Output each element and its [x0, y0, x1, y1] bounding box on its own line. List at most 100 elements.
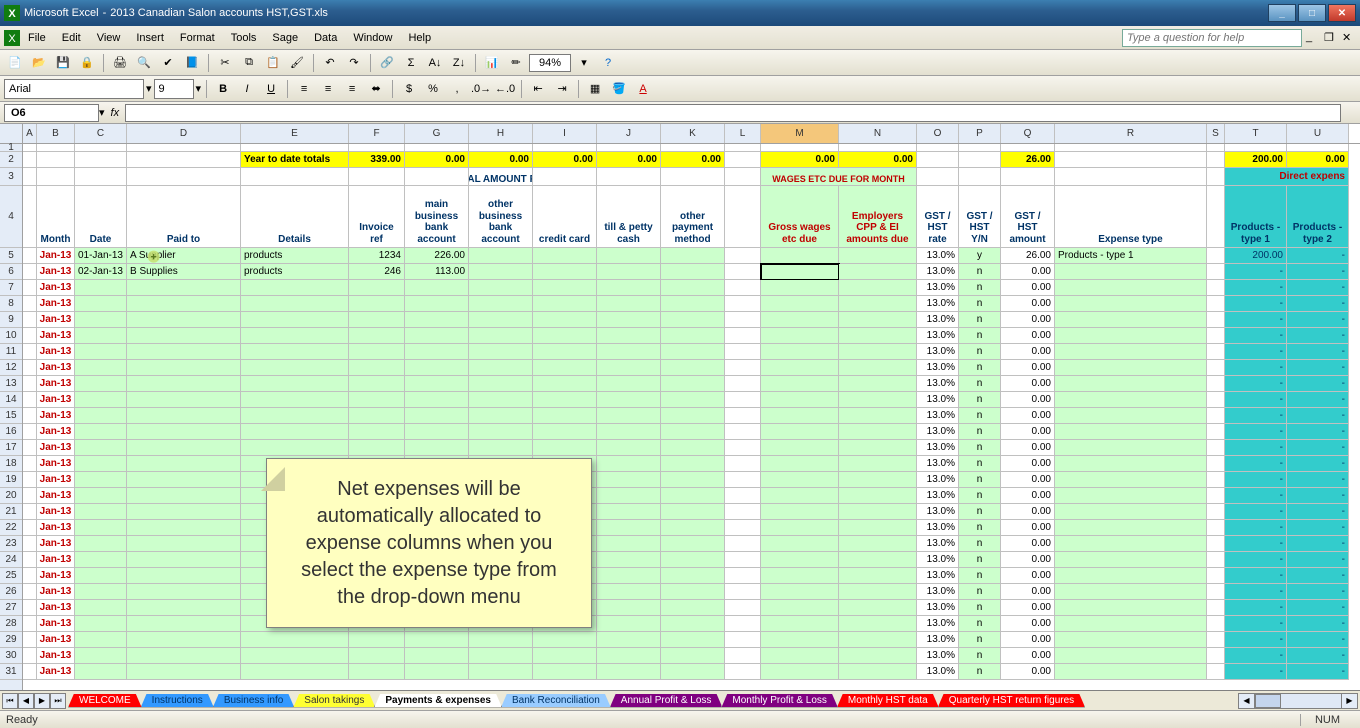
- cell-D30[interactable]: [127, 648, 241, 664]
- colhdr-P[interactable]: GST / HST Y/N: [959, 186, 1001, 248]
- section-R[interactable]: [1055, 168, 1207, 186]
- cell-S27[interactable]: [1207, 600, 1225, 616]
- section-Q[interactable]: [1001, 168, 1055, 186]
- cell-N6[interactable]: [839, 264, 917, 280]
- ytd-J[interactable]: 0.00: [597, 152, 661, 168]
- cell-E13[interactable]: [241, 376, 349, 392]
- cell-S24[interactable]: [1207, 552, 1225, 568]
- cell-blank[interactable]: [761, 144, 839, 152]
- column-header-C[interactable]: C: [75, 124, 127, 143]
- scroll-right-icon[interactable]: ▶: [1341, 694, 1357, 708]
- section-H[interactable]: TOTAL AMOUNT PAID: [469, 168, 533, 186]
- cell-O27[interactable]: 13.0%: [917, 600, 959, 616]
- cell-B24[interactable]: Jan-13: [37, 552, 75, 568]
- cell-P7[interactable]: n: [959, 280, 1001, 296]
- cell-E6[interactable]: products: [241, 264, 349, 280]
- row-header-26[interactable]: 26: [0, 584, 22, 600]
- cell-O13[interactable]: 13.0%: [917, 376, 959, 392]
- menu-data[interactable]: Data: [306, 29, 345, 47]
- cell-I13[interactable]: [533, 376, 597, 392]
- ytd-F[interactable]: 339.00: [349, 152, 405, 168]
- colhdr-F[interactable]: Invoice ref: [349, 186, 405, 248]
- cell-C10[interactable]: [75, 328, 127, 344]
- cell-I15[interactable]: [533, 408, 597, 424]
- print-preview-icon[interactable]: 🔍: [133, 52, 155, 74]
- cell-J28[interactable]: [597, 616, 661, 632]
- cell-T15[interactable]: -: [1225, 408, 1287, 424]
- cell-C30[interactable]: [75, 648, 127, 664]
- cell-Q10[interactable]: 0.00: [1001, 328, 1055, 344]
- cell-P27[interactable]: n: [959, 600, 1001, 616]
- cell-F12[interactable]: [349, 360, 405, 376]
- colhdr-S[interactable]: [1207, 186, 1225, 248]
- cell-I11[interactable]: [533, 344, 597, 360]
- cell-blank[interactable]: [839, 144, 917, 152]
- cell-B26[interactable]: Jan-13: [37, 584, 75, 600]
- cell-C16[interactable]: [75, 424, 127, 440]
- cell-J11[interactable]: [597, 344, 661, 360]
- cell-N19[interactable]: [839, 472, 917, 488]
- cell-P17[interactable]: n: [959, 440, 1001, 456]
- cell-C8[interactable]: [75, 296, 127, 312]
- cell-Q12[interactable]: 0.00: [1001, 360, 1055, 376]
- section-O[interactable]: [917, 168, 959, 186]
- ytd-Q[interactable]: 26.00: [1001, 152, 1055, 168]
- section-F[interactable]: [349, 168, 405, 186]
- cell-L19[interactable]: [725, 472, 761, 488]
- cell-R13[interactable]: [1055, 376, 1207, 392]
- cell-S28[interactable]: [1207, 616, 1225, 632]
- cell-D24[interactable]: [127, 552, 241, 568]
- cell-F8[interactable]: [349, 296, 405, 312]
- cell-U31[interactable]: -: [1287, 664, 1349, 680]
- autosum-icon[interactable]: Σ: [400, 52, 422, 74]
- scroll-left-icon[interactable]: ◀: [1239, 694, 1255, 708]
- cell-S6[interactable]: [1207, 264, 1225, 280]
- cell-A18[interactable]: [23, 456, 37, 472]
- cell-P5[interactable]: y: [959, 248, 1001, 264]
- align-left-icon[interactable]: ≡: [293, 78, 315, 100]
- drawing-icon[interactable]: ✏: [505, 52, 527, 74]
- chart-icon[interactable]: 📊: [481, 52, 503, 74]
- menu-edit[interactable]: Edit: [54, 29, 89, 47]
- row-header-15[interactable]: 15: [0, 408, 22, 424]
- cell-A23[interactable]: [23, 536, 37, 552]
- cell-R5[interactable]: Products - type 1: [1055, 248, 1207, 264]
- cell-E10[interactable]: [241, 328, 349, 344]
- cell-J18[interactable]: [597, 456, 661, 472]
- cell-L23[interactable]: [725, 536, 761, 552]
- cell-G31[interactable]: [405, 664, 469, 680]
- maximize-button[interactable]: □: [1298, 4, 1326, 22]
- cell-H29[interactable]: [469, 632, 533, 648]
- cell-P15[interactable]: n: [959, 408, 1001, 424]
- cell-G7[interactable]: [405, 280, 469, 296]
- cell-M15[interactable]: [761, 408, 839, 424]
- row-header-23[interactable]: 23: [0, 536, 22, 552]
- cell-M10[interactable]: [761, 328, 839, 344]
- cell-M24[interactable]: [761, 552, 839, 568]
- cell-F14[interactable]: [349, 392, 405, 408]
- cell-R17[interactable]: [1055, 440, 1207, 456]
- cell-T5[interactable]: 200.00: [1225, 248, 1287, 264]
- cell-R15[interactable]: [1055, 408, 1207, 424]
- cell-T25[interactable]: -: [1225, 568, 1287, 584]
- cell-E29[interactable]: [241, 632, 349, 648]
- cell-blank[interactable]: [75, 144, 127, 152]
- cell-T26[interactable]: -: [1225, 584, 1287, 600]
- cell-K26[interactable]: [661, 584, 725, 600]
- cell-blank[interactable]: [597, 144, 661, 152]
- cell-F10[interactable]: [349, 328, 405, 344]
- cell-N17[interactable]: [839, 440, 917, 456]
- cell-U17[interactable]: -: [1287, 440, 1349, 456]
- cell-P14[interactable]: n: [959, 392, 1001, 408]
- column-header-A[interactable]: A: [23, 124, 37, 143]
- cell-F17[interactable]: [349, 440, 405, 456]
- colhdr-G[interactable]: main business bank account: [405, 186, 469, 248]
- cell-B21[interactable]: Jan-13: [37, 504, 75, 520]
- cell-R16[interactable]: [1055, 424, 1207, 440]
- row-header-6[interactable]: 6: [0, 264, 22, 280]
- cell-L8[interactable]: [725, 296, 761, 312]
- cell-blank[interactable]: [241, 144, 349, 152]
- sheet-tab-business-info[interactable]: Business info: [213, 694, 294, 708]
- ytd-E[interactable]: Year to date totals: [241, 152, 349, 168]
- cell-D19[interactable]: [127, 472, 241, 488]
